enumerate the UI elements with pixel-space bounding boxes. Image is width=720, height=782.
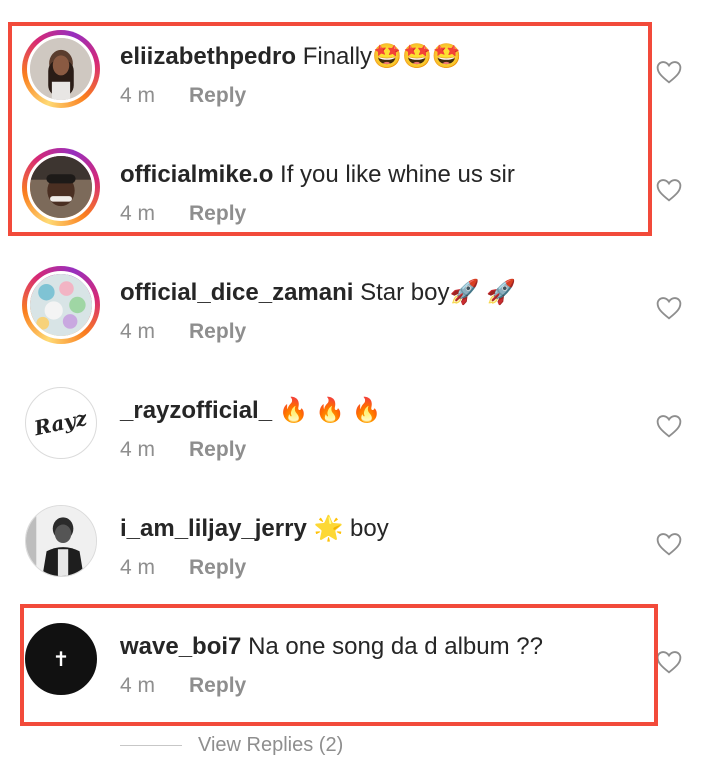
heart-icon[interactable] [656,60,682,84]
rayz-logo: Rayz [32,405,90,441]
view-replies-button[interactable]: View Replies (2) [120,732,343,758]
avatar-photo [26,506,96,576]
comment-time: 4 m [120,320,156,343]
comment-time: 4 m [120,556,156,579]
highlight-box-top [8,22,652,236]
reply-button[interactable]: Reply [189,438,246,461]
heart-icon[interactable] [656,532,682,556]
heart-icon[interactable] [656,650,682,674]
highlight-box-bottom [20,604,658,726]
comment-username[interactable]: official_dice_zamani [120,279,353,306]
comment-text: 🌟 boy [313,515,389,542]
avatar-photo [30,274,92,336]
comment-item: official_dice_zamani Star boy🚀 🚀 4 m Repl… [0,256,720,374]
comment-time: 4 m [120,438,156,461]
reply-button[interactable]: Reply [189,556,246,579]
view-replies-label: View Replies (2) [198,733,344,756]
avatar[interactable]: Rayz [22,384,100,462]
divider [120,744,182,746]
avatar[interactable] [22,266,100,344]
comment-item: Rayz _rayzofficial_ 🔥 🔥 🔥 4 m Reply [0,374,720,492]
reply-button[interactable]: Reply [189,320,246,343]
heart-icon[interactable] [656,414,682,438]
avatar[interactable] [22,502,100,580]
comment-item: i_am_liljay_jerry 🌟 boy 4 m Reply [0,492,720,610]
comment-text: 🔥 🔥 🔥 [278,397,382,424]
comment-username[interactable]: _rayzofficial_ [120,397,272,424]
comment-text: Star boy🚀 🚀 [360,279,516,306]
heart-icon[interactable] [656,296,682,320]
comment-username[interactable]: i_am_liljay_jerry [120,515,307,542]
heart-icon[interactable] [656,178,682,202]
